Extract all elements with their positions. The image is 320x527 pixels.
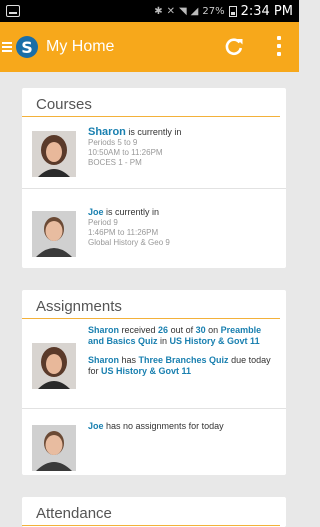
menu-icon[interactable] [2, 42, 12, 52]
assignments-title: Assignments [22, 290, 280, 319]
app-logo[interactable]: S [16, 36, 38, 58]
assignment-item-sharon[interactable]: Sharon received 26 out of 30 on Preamble… [22, 319, 286, 409]
courses-title: Courses [22, 88, 280, 117]
student-name[interactable]: Joe [88, 207, 104, 217]
total: 30 [195, 325, 206, 335]
score: 26 [158, 325, 169, 335]
course-link[interactable]: US History & Govt 11 [101, 366, 191, 376]
periods-text: Period 9 [88, 218, 118, 227]
assignment-item-joe[interactable]: Joe has no assignments for today [22, 409, 286, 479]
refresh-icon[interactable] [224, 36, 244, 56]
screenshot-notification-icon [6, 5, 20, 17]
avatar-sharon [32, 343, 76, 389]
student-name[interactable]: Sharon [88, 325, 119, 335]
assignment-text: has no assignments for today [103, 421, 224, 431]
course-item-sharon[interactable]: Sharon is currently in Periods 5 to 9 10… [22, 117, 286, 189]
clock: 2:34 PM [240, 3, 293, 19]
status-bar: ✱ ✕ ◥ ◢ 27% 2:34 PM [0, 0, 299, 22]
student-name[interactable]: Sharon [88, 355, 119, 365]
time-text: 10:50AM to 11:26PM [88, 148, 163, 157]
avatar-sharon [32, 131, 76, 177]
periods-text: Periods 5 to 9 [88, 138, 138, 147]
page-title: My Home [46, 38, 115, 55]
attendance-title: Attendance [22, 497, 280, 526]
avatar-joe [32, 425, 76, 471]
course-item-joe[interactable]: Joe is currently in Period 9 1:46PM to 1… [22, 189, 286, 269]
assignment-text: on [205, 325, 221, 335]
mute-icon: ✕ [166, 5, 175, 17]
assignment-text: in [157, 336, 170, 346]
app-bar: S My Home [0, 22, 299, 72]
bluetooth-icon: ✱ [154, 5, 163, 17]
student-name[interactable]: Joe [88, 421, 104, 431]
avatar-joe [32, 211, 76, 257]
battery-percent: 27% [202, 5, 225, 17]
course-link[interactable]: US History & Govt 11 [170, 336, 260, 346]
course-text: BOCES 1 - PM [88, 158, 142, 167]
courses-card: Courses Sharon is currently in Periods 5… [22, 88, 286, 268]
assignment-text: out of [168, 325, 196, 335]
course-text: Global History & Geo 9 [88, 238, 170, 247]
quiz-link[interactable]: Three Branches Quiz [139, 355, 229, 365]
wifi-icon: ◥ [178, 5, 187, 17]
overflow-menu-icon[interactable] [276, 36, 282, 56]
time-text: 1:46PM to 11:26PM [88, 228, 159, 237]
status-text: is currently in [103, 207, 160, 217]
attendance-card: Attendance [22, 497, 286, 527]
student-name[interactable]: Sharon [88, 126, 126, 138]
status-text: is currently in [125, 127, 182, 137]
assignments-card: Assignments Sharon received 26 out of 30… [22, 290, 286, 475]
assignment-text: received [119, 325, 159, 335]
assignment-text: has [119, 355, 139, 365]
signal-icon: ◢ [190, 5, 199, 17]
battery-icon [228, 5, 237, 17]
status-icons: ✱ ✕ ◥ ◢ 27% 2:34 PM [154, 4, 293, 19]
